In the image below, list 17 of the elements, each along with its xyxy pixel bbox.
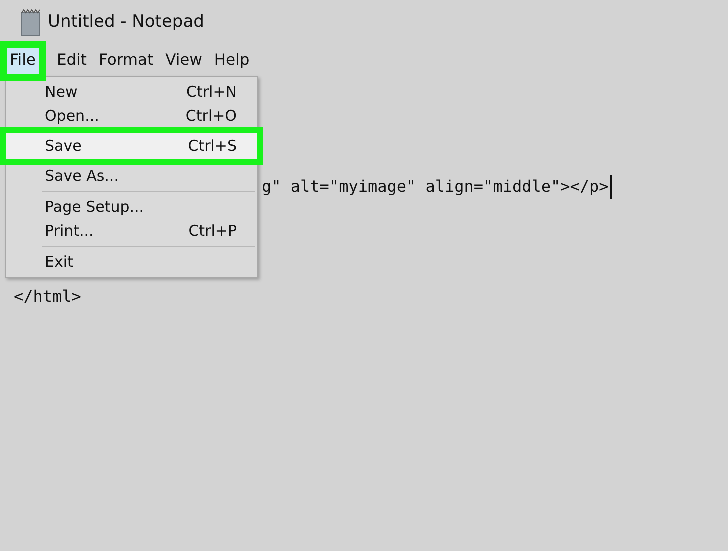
code-line: </html> (14, 286, 82, 308)
menu-item[interactable]: File (0, 41, 46, 81)
menu-item[interactable]: View (160, 47, 208, 75)
menu-item[interactable]: Exit (6, 250, 257, 274)
text-cursor (610, 175, 612, 199)
menu-item[interactable]: Page Setup... (6, 195, 257, 219)
menu-item[interactable]: Edit (52, 47, 92, 75)
notepad-icon (20, 9, 42, 37)
menu-item[interactable]: Save As... (6, 164, 257, 188)
menu-item[interactable]: Help (209, 47, 255, 75)
window-title: Untitled - Notepad (48, 11, 204, 34)
menu-item[interactable]: Print... Ctrl+P (6, 219, 257, 243)
menu-item[interactable]: New Ctrl+N (6, 80, 257, 104)
menu-item[interactable]: Format (94, 47, 159, 75)
menu-item[interactable]: Save Ctrl+S (6, 133, 257, 159)
menu-item[interactable]: Open... Ctrl+O (6, 104, 257, 128)
code-line: g" alt="myimage" align="middle"></p> (262, 176, 609, 198)
